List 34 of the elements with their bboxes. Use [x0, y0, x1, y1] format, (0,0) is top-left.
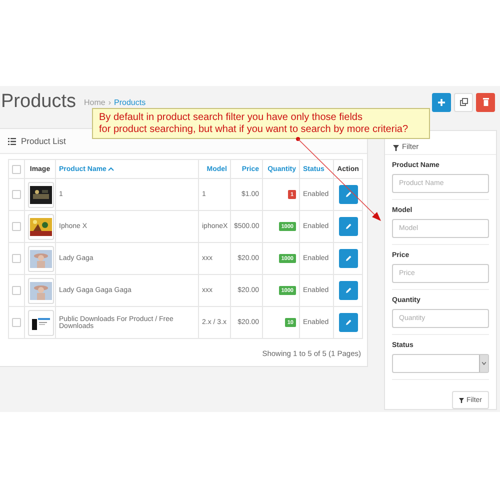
plus-icon [438, 98, 445, 106]
edit-button[interactable] [338, 281, 358, 300]
pencil-icon [344, 223, 352, 230]
chevron-icon [482, 362, 486, 365]
checkbox[interactable] [12, 318, 21, 327]
select-field[interactable] [392, 354, 489, 373]
copy-button[interactable] [454, 92, 473, 112]
breadcrumb-link[interactable]: Home [84, 98, 106, 106]
panel-title: Product List [21, 136, 66, 146]
page-title: Products [1, 91, 76, 113]
checkbox[interactable] [12, 190, 21, 199]
caret-icon [108, 166, 114, 170]
breadcrumb-link[interactable]: Products [114, 98, 146, 106]
breadcrumb-separator: › [108, 98, 111, 106]
trash-icon [482, 98, 488, 106]
checkbox[interactable] [12, 164, 21, 174]
checkbox[interactable] [12, 222, 21, 231]
filter-icon [459, 398, 464, 402]
filter-icon [393, 145, 399, 151]
pencil-icon [344, 287, 352, 294]
checkbox[interactable] [12, 254, 21, 263]
pencil-icon [344, 191, 352, 198]
copy-icon [460, 98, 468, 106]
pencil-icon [344, 255, 352, 262]
edit-button[interactable] [338, 313, 358, 332]
callout-note: By default in product search filter you have only those fields for product searching, but what if you want to search by more criteria? [92, 108, 430, 139]
edit-button[interactable] [338, 217, 358, 236]
delete-button[interactable] [476, 92, 495, 112]
add-button[interactable] [432, 92, 451, 112]
pencil-icon [344, 319, 352, 326]
checkbox[interactable] [12, 286, 21, 295]
edit-button[interactable] [338, 249, 358, 268]
list-icon [8, 138, 16, 144]
edit-button[interactable] [338, 185, 358, 204]
